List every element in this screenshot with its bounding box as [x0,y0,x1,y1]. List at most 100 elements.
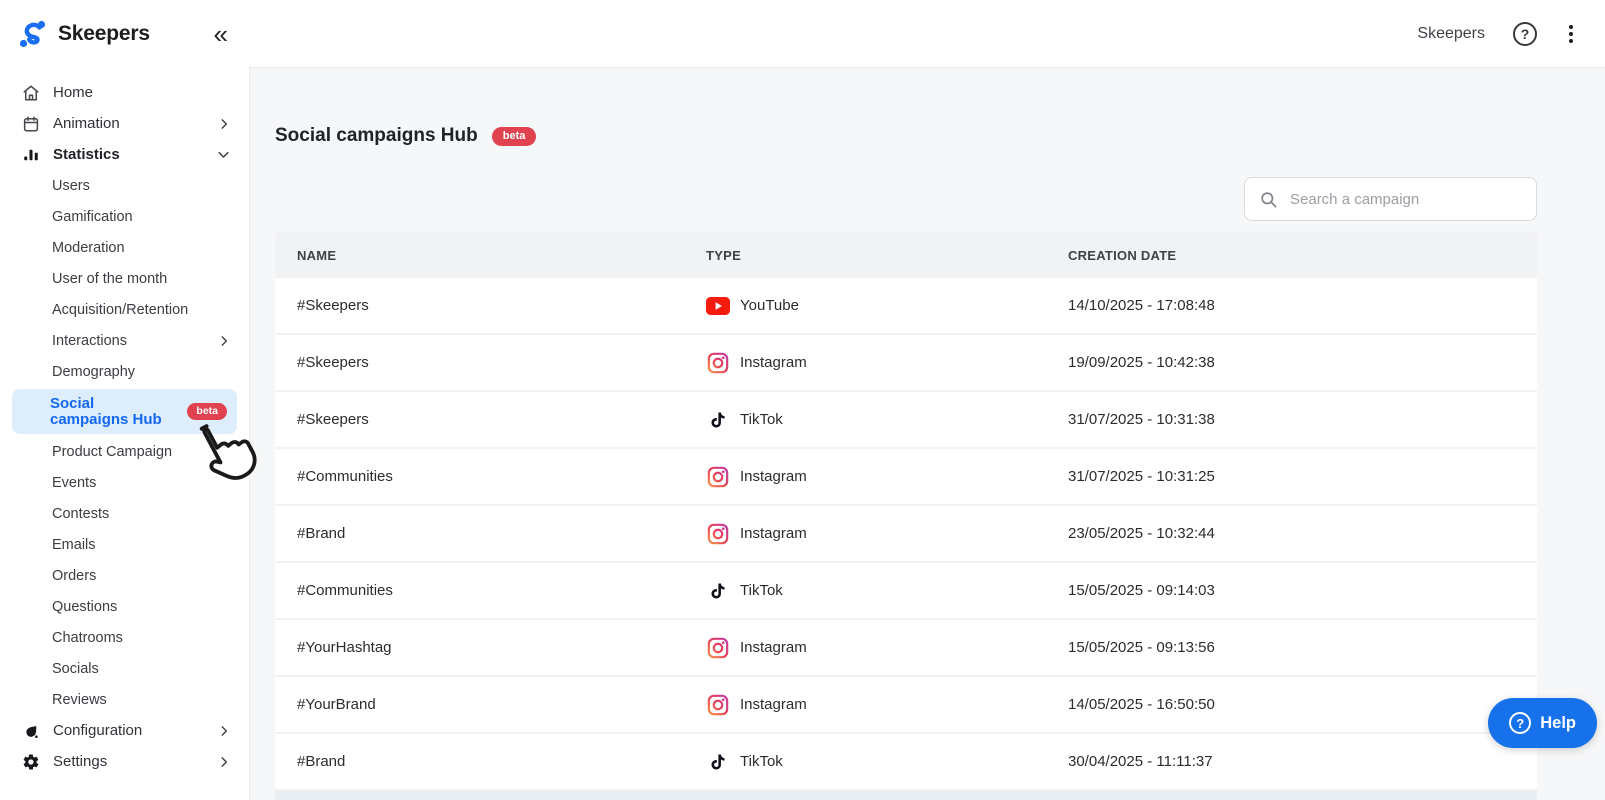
tiktok-icon [706,409,730,431]
campaign-name: #Brand [275,753,684,770]
campaigns-table: NAME TYPE CREATION DATE #Skeepers YouTub… [275,232,1537,800]
creation-date: 23/05/2025 - 10:32:44 [1046,525,1537,542]
sidebar-item-label: Interactions [52,333,127,349]
youtube-icon [706,295,730,317]
table-header: NAME TYPE CREATION DATE [275,232,1537,278]
campaign-name: #Skeepers [275,411,684,428]
tiktok-icon [706,751,730,773]
help-button[interactable]: ? Help [1488,698,1597,748]
table-row[interactable]: #Skeepers Instagram 19/09/2025 - 10:42:3… [275,335,1537,392]
sidebar-item-interactions[interactable]: Interactions [0,325,249,356]
campaign-type: TikTok [684,580,1046,602]
sidebar-item-gamification[interactable]: Gamification [0,201,249,232]
column-header-creation-date: CREATION DATE [1046,248,1537,263]
type-label: TikTok [740,411,783,428]
sidebar-item-reviews[interactable]: Reviews [0,684,249,715]
sidebar-item-product-campaign[interactable]: Product Campaign [0,436,249,467]
account-name[interactable]: Skeepers [1417,25,1485,43]
sidebar-item-statistics[interactable]: Statistics [0,139,249,170]
campaign-type: Instagram [684,694,1046,716]
sidebar-item-social-campaigns-hub[interactable]: Social campaigns Hub beta [12,389,237,434]
sidebar-item-emails[interactable]: Emails [0,529,249,560]
instagram-icon [706,694,730,716]
instagram-icon [706,352,730,374]
type-label: Instagram [740,525,807,542]
sidebar-item-questions[interactable]: Questions [0,591,249,622]
creation-date: 19/09/2025 - 10:42:38 [1046,354,1537,371]
sidebar-item-animation[interactable]: Animation [0,108,249,139]
table-row[interactable]: #Skeepers TikTok 31/07/2025 - 10:31:38 [275,392,1537,449]
campaign-name: #Skeepers [275,297,684,314]
chevron-down-icon [216,147,231,162]
instagram-icon [706,637,730,659]
search-box[interactable] [1244,177,1537,221]
beta-badge: beta [187,403,227,420]
column-header-type: TYPE [684,248,1046,263]
sidebar-item-moderation[interactable]: Moderation [0,232,249,263]
instagram-icon [706,523,730,545]
instagram-icon [706,466,730,488]
sidebar-item-label: Animation [53,115,120,132]
chevron-right-icon [217,334,231,348]
sidebar-item-label: Orders [52,568,96,584]
bar-chart-icon [22,146,40,164]
campaign-name: #Brand [275,525,684,542]
main-content: Social campaigns Hub beta NAME TYPE CREA… [250,67,1605,800]
type-label: YouTube [740,297,799,314]
campaign-type: TikTok [684,751,1046,773]
sidebar-item-orders[interactable]: Orders [0,560,249,591]
search-input[interactable] [1288,190,1522,209]
column-header-name: NAME [275,248,684,263]
sidebar-item-label: Questions [52,599,117,615]
creation-date: 14/05/2025 - 16:50:50 [1046,696,1537,713]
campaign-type: Instagram [684,637,1046,659]
home-icon [22,84,40,102]
sidebar-item-label: Moderation [52,240,125,256]
sidebar-item-label: Statistics [53,146,120,163]
table-body: #Skeepers YouTube 14/10/2025 - 17:08:48 … [275,278,1537,791]
creation-date: 31/07/2025 - 10:31:38 [1046,411,1537,428]
sidebar-item-acquisition-retention[interactable]: Acquisition/Retention [0,294,249,325]
sidebar-item-demography[interactable]: Demography [0,356,249,387]
page-title: Social campaigns Hub [275,125,478,147]
sidebar-item-configuration[interactable]: Configuration [0,715,249,746]
campaign-name: #YourBrand [275,696,684,713]
table-row[interactable]: #Communities TikTok 15/05/2025 - 09:14:0… [275,563,1537,620]
sidebar-item-settings[interactable]: Settings [0,746,249,777]
sidebar-item-chatrooms[interactable]: Chatrooms [0,622,249,653]
type-label: Instagram [740,639,807,656]
sidebar-item-label: Gamification [52,209,133,225]
sidebar-item-contests[interactable]: Contests [0,498,249,529]
sidebar-item-socials[interactable]: Socials [0,653,249,684]
sidebar-item-label: Socials [52,661,99,677]
creation-date: 14/10/2025 - 17:08:48 [1046,297,1537,314]
help-circle-icon[interactable]: ? [1513,22,1537,46]
gear-icon [22,753,40,771]
table-row[interactable]: #Communities Instagram 31/07/2025 - 10:3… [275,449,1537,506]
table-row[interactable]: #Brand TikTok 30/04/2025 - 11:11:37 [275,734,1537,791]
table-row[interactable]: #YourHashtag Instagram 15/05/2025 - 09:1… [275,620,1537,677]
type-label: Instagram [740,696,807,713]
sidebar-item-label: Configuration [53,722,142,739]
sidebar-nav: Home Animation Statistics Users Gamifica… [0,67,250,800]
table-row[interactable]: #Brand Instagram 23/05/2025 - 10:32:44 [275,506,1537,563]
sidebar-item-label: Chatrooms [52,630,123,646]
table-row[interactable]: #YourBrand Instagram 14/05/2025 - 16:50:… [275,677,1537,734]
help-button-label: Help [1540,714,1576,733]
type-label: TikTok [740,753,783,770]
sidebar-item-label: Users [52,178,90,194]
sidebar-collapse-icon[interactable]: « [214,21,232,47]
type-label: Instagram [740,354,807,371]
table-row[interactable]: #Skeepers YouTube 14/10/2025 - 17:08:48 [275,278,1537,335]
sidebar-item-home[interactable]: Home [0,77,249,108]
sidebar-item-user-of-the-month[interactable]: User of the month [0,263,249,294]
topbar-actions: Skeepers ? [1417,22,1605,46]
page-title-row: Social campaigns Hub beta [275,125,1605,147]
creation-date: 31/07/2025 - 10:31:25 [1046,468,1537,485]
sidebar-item-events[interactable]: Events [0,467,249,498]
chevron-right-icon [217,117,231,131]
sidebar-item-users[interactable]: Users [0,170,249,201]
sidebar-item-label: User of the month [52,271,167,287]
kebab-menu-icon[interactable] [1565,23,1577,45]
configuration-icon [22,722,40,740]
